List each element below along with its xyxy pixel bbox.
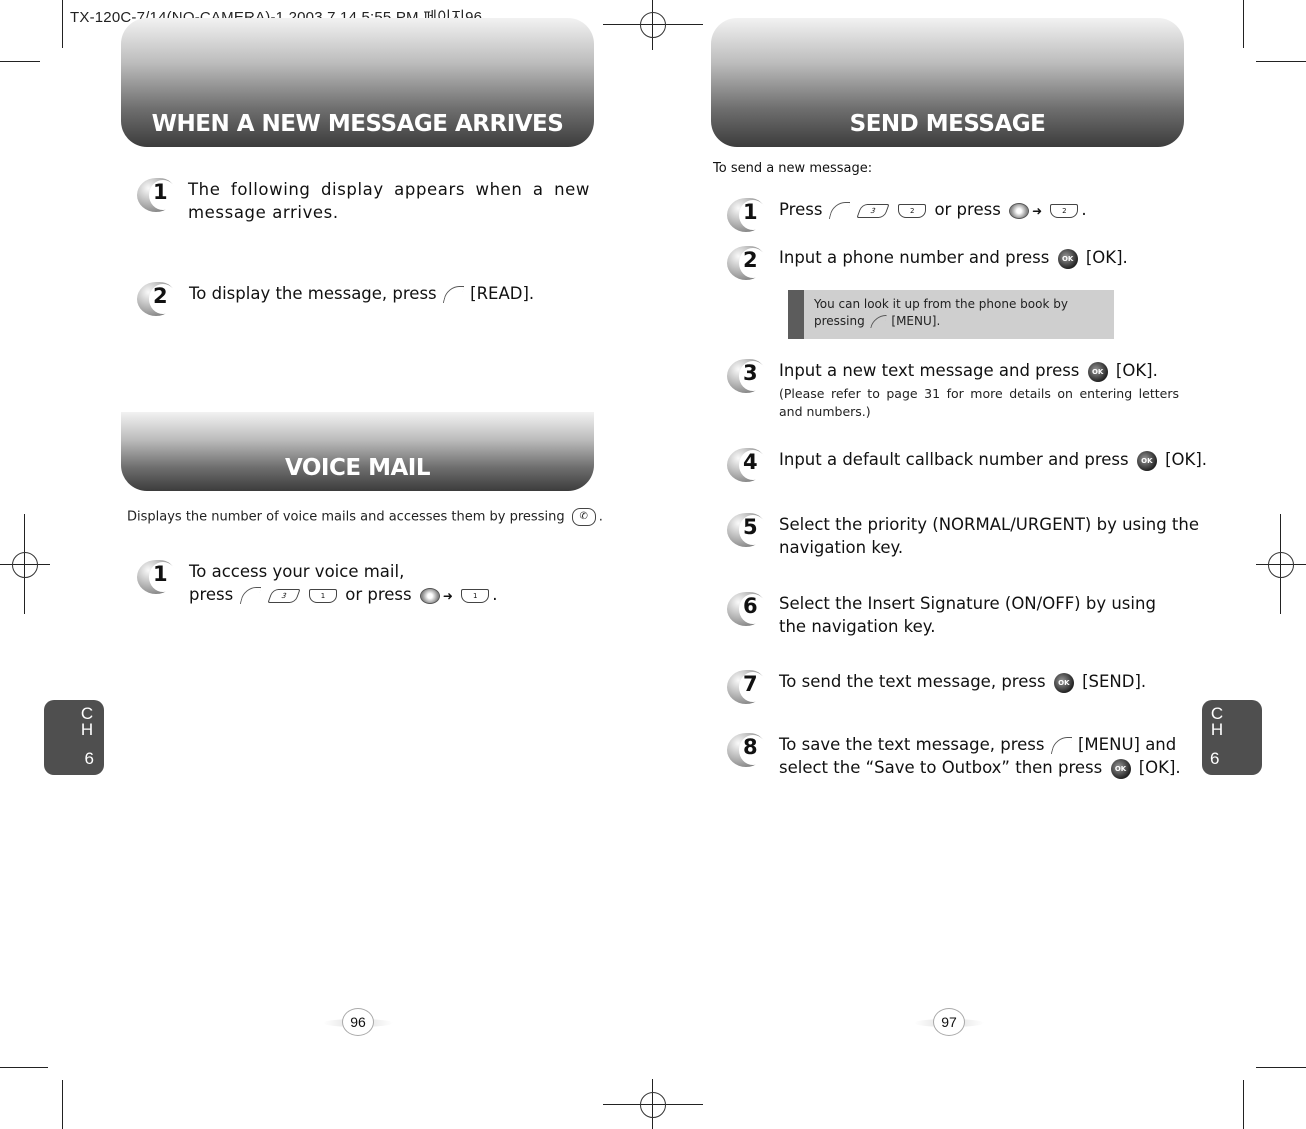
chapter-tab: CH 6 — [44, 700, 104, 775]
step-text: To display the message, press [READ]. — [189, 284, 535, 303]
step-1: 1 The following display appears when a n… — [137, 178, 592, 224]
step-1: 1 Press 3 2 or press ➜ 2. — [727, 198, 1087, 232]
number-key-icon: 1 — [461, 588, 490, 603]
number-key-icon: 2 — [1050, 203, 1079, 218]
number-key-icon: 2 — [898, 203, 927, 218]
voice-mail-intro: Displays the number of voice mails and a… — [127, 508, 603, 526]
chapter-number: 6 — [1210, 749, 1220, 768]
section-title: SEND MESSAGE — [849, 111, 1046, 137]
left-soft-key-icon — [828, 202, 850, 219]
tip-text: You can look it up from the phone book b… — [814, 297, 1068, 328]
step-number-badge: 7 — [727, 670, 767, 704]
step-1: 1 To access your voice mail, press 3 1 o… — [137, 560, 592, 608]
step-number-badge: 1 — [137, 178, 177, 212]
tip-bar — [788, 290, 804, 339]
step-text: To access your voice mail, press 3 1 or … — [189, 562, 498, 604]
step-text: Press 3 2 or press ➜ 2. — [779, 200, 1087, 219]
tip-box: You can look it up from the phone book b… — [788, 290, 1114, 339]
step-number-badge: 8 — [727, 733, 767, 767]
registration-mark-circle — [12, 552, 38, 578]
step-note: (Please refer to page 31 for more detail… — [779, 386, 1179, 419]
crop-mark — [1243, 0, 1244, 48]
registration-mark-circle — [640, 12, 666, 38]
crop-mark — [62, 0, 63, 48]
number-key-icon: 1 — [309, 588, 337, 603]
page-number: 96 — [342, 1008, 374, 1036]
step-text: To send the text message, press OK [SEND… — [779, 672, 1147, 693]
ok-key-icon: OK — [1057, 248, 1078, 269]
section-banner-new-message: WHEN A NEW MESSAGE ARRIVES — [121, 18, 594, 147]
step-text: The following display appears when a new… — [188, 180, 590, 222]
step-number-badge: 2 — [727, 246, 767, 280]
navigation-key-icon — [1009, 202, 1030, 219]
crop-mark — [1256, 61, 1306, 62]
step-8: 8 To save the text message, press [MENU]… — [727, 733, 1199, 779]
ok-key-icon: OK — [1136, 450, 1157, 471]
section-title: VOICE MAIL — [284, 455, 431, 481]
step-text: Input a phone number and press OK [OK]. — [779, 248, 1128, 269]
step-text: Input a default callback number and pres… — [779, 450, 1208, 471]
step-6: 6 Select the Insert Signature (ON/OFF) b… — [727, 592, 1184, 638]
step-number-badge: 3 — [727, 359, 767, 393]
ok-key-icon: OK — [1110, 758, 1131, 779]
send-message-intro: To send a new message: — [713, 161, 873, 176]
crop-mark — [62, 1080, 63, 1129]
step-number-badge: 1 — [727, 198, 767, 232]
registration-mark-circle — [1268, 552, 1294, 578]
section-banner-send-message: SEND MESSAGE — [711, 18, 1184, 147]
step-5: 5 Select the priority (NORMAL/URGENT) by… — [727, 513, 1199, 559]
step-7: 7 To send the text message, press OK [SE… — [727, 670, 1146, 704]
step-text: Select the priority (NORMAL/URGENT) by u… — [779, 515, 1199, 557]
crop-mark — [0, 61, 40, 62]
left-soft-key-icon — [442, 286, 465, 303]
number-key-icon: 3 — [267, 588, 301, 603]
ok-key-icon: OK — [1053, 672, 1074, 693]
step-text: Select the Insert Signature (ON/OFF) by … — [779, 594, 1156, 636]
step-number-badge: 2 — [137, 282, 177, 316]
ok-key-icon: OK — [1087, 361, 1108, 382]
step-number-badge: 1 — [137, 560, 177, 594]
call-key-icon: ✆ — [571, 508, 596, 526]
step-text: Input a new text message and press OK [O… — [779, 361, 1179, 419]
page-number: 97 — [933, 1008, 965, 1036]
navigation-key-icon — [419, 587, 440, 604]
step-2: 2 Input a phone number and press OK [OK]… — [727, 246, 1128, 280]
chapter-number: 6 — [84, 749, 94, 768]
left-soft-key-icon — [1050, 737, 1073, 754]
arrow-icon: ➜ — [442, 589, 453, 603]
step-3: 3 Input a new text message and press OK … — [727, 359, 1179, 421]
step-number-badge: 6 — [727, 592, 767, 626]
chapter-label: CH — [80, 704, 94, 739]
chapter-label: CH — [1210, 704, 1224, 739]
crop-mark — [1256, 1067, 1306, 1068]
left-soft-key-icon — [869, 315, 887, 328]
crop-mark — [1243, 1080, 1244, 1129]
step-2: 2 To display the message, press [READ]. — [137, 282, 592, 316]
registration-mark-circle — [640, 1092, 666, 1118]
step-4: 4 Input a default callback number and pr… — [727, 448, 1207, 482]
chapter-tab: CH 6 — [1202, 700, 1262, 775]
section-title: WHEN A NEW MESSAGE ARRIVES — [151, 111, 564, 137]
crop-mark — [0, 1067, 48, 1068]
section-banner-voice-mail: VOICE MAIL — [121, 412, 594, 491]
arrow-icon: ➜ — [1032, 204, 1043, 218]
step-text: To save the text message, press [MENU] a… — [779, 735, 1181, 779]
left-soft-key-icon — [239, 587, 261, 604]
number-key-icon: 3 — [856, 203, 890, 218]
step-number-badge: 5 — [727, 513, 767, 547]
step-number-badge: 4 — [727, 448, 767, 482]
